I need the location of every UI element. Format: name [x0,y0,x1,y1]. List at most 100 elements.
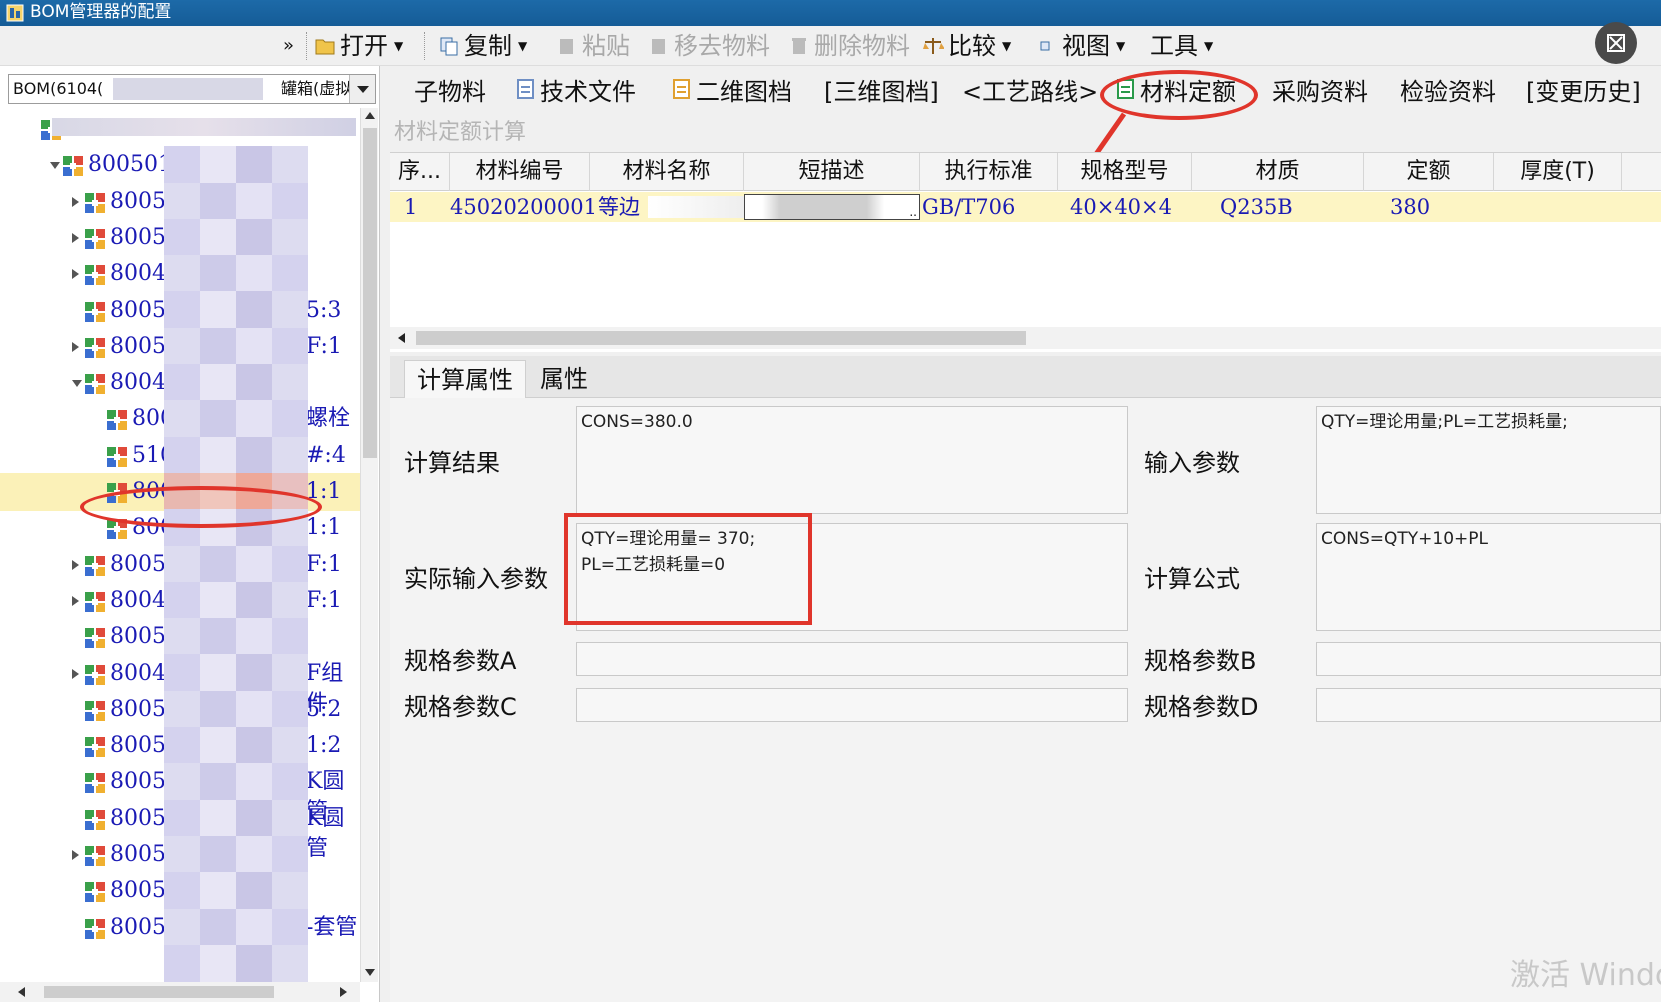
tab-calc-properties[interactable]: 计算属性 [404,360,526,398]
scroll-right-icon[interactable] [340,987,347,997]
redacted-pixel [200,218,236,256]
bom-node-icon [84,301,106,323]
redacted-pixel [272,908,308,946]
redacted-pixel [200,545,236,583]
table-cell[interactable]: 40×40×4 [1070,192,1192,222]
redacted-pixel [164,146,200,184]
redacted-pixel [272,364,308,402]
short-desc-editor[interactable]: .. [744,194,920,220]
tab-9[interactable]: [变更历史] [1526,74,1641,110]
redacted-pixel [236,727,272,765]
redacted-pixel [236,255,272,293]
redacted-pixel [164,545,200,583]
bom-node-icon [84,845,106,867]
scroll-down-icon[interactable] [365,969,375,976]
chevron-down-icon[interactable] [349,75,375,103]
scroll-thumb[interactable] [416,331,1026,345]
expand-right-icon[interactable] [72,269,79,280]
exit-fullscreen-button[interactable] [1595,22,1637,64]
redacted-pixel [272,618,308,656]
tab-label: <工艺路线> [962,78,1099,106]
tab-label: 检验资料 [1400,78,1496,106]
calc-result-field[interactable]: CONS=380.0 [576,406,1128,514]
column-header[interactable]: 序... [390,153,450,191]
document-icon [516,74,536,110]
redacted-pixel [272,436,308,474]
tools-button[interactable]: 工具 ▼ [1150,30,1213,62]
paste-button[interactable]: 粘贴 [556,30,630,62]
compare-button[interactable]: 比较 ▼ [922,30,1011,62]
tree-vertical-scrollbar[interactable] [360,108,378,982]
tab-2[interactable]: 技术文件 [516,74,636,110]
column-header[interactable]: 执行标准 [920,153,1058,191]
copy-button[interactable]: 复制 ▼ [438,30,527,62]
calc-result-label: 计算结果 [404,449,500,477]
redacted-pixel [236,581,272,619]
redacted-pixel [164,654,200,692]
redacted-pixel [272,581,308,619]
column-header[interactable]: 定额 [1364,153,1494,191]
tab-1[interactable]: 子物料 [414,74,486,110]
delete-material-button[interactable]: 删除物料 [788,30,910,62]
spec-b-field[interactable] [1316,642,1661,676]
redacted-pixel [200,872,236,910]
column-header[interactable]: 厚度(T) [1494,153,1622,191]
ellipsis-button[interactable]: .. [909,205,917,219]
column-header[interactable]: 规格型号 [1058,153,1192,191]
table-cell[interactable] [1494,192,1622,222]
toolbar-overflow-button[interactable]: » [283,30,294,62]
expand-right-icon[interactable] [72,341,79,352]
expand-right-icon[interactable] [72,232,79,243]
table-cell[interactable]: GB/T706 [922,192,1058,222]
tab-label: 采购资料 [1272,78,1368,106]
column-header[interactable]: 材质 [1192,153,1364,191]
scroll-thumb[interactable] [363,128,377,458]
tab-properties[interactable]: 属性 [528,360,600,398]
redacted-pixel [272,400,308,438]
tab-8[interactable]: 检验资料 [1400,74,1496,110]
table-cell[interactable]: Q235B [1220,192,1364,222]
tab-7[interactable]: 采购资料 [1272,74,1368,110]
folder-icon [315,39,335,55]
expand-right-icon[interactable] [72,559,79,570]
remove-material-button[interactable]: 移去物料 [648,30,770,62]
open-button[interactable]: 打开 ▼ [314,30,403,62]
remove-icon [652,39,665,54]
grid-horizontal-scrollbar[interactable] [390,327,1661,349]
spec-d-label: 规格参数D [1144,693,1259,721]
tab-5[interactable]: <工艺路线> [962,74,1098,110]
view-button[interactable]: 视图 ▼ [1036,30,1125,62]
expand-down-icon[interactable] [50,162,60,170]
tab-3[interactable]: 二维图档 [672,74,792,110]
expand-down-icon[interactable] [72,380,82,388]
bom-selector[interactable]: BOM(6104( 罐箱(虚拟 [8,74,376,104]
scroll-left-icon[interactable] [398,333,405,343]
table-cell[interactable]: 1 [404,192,444,222]
spec-a-field[interactable] [576,642,1128,676]
table-row[interactable]: 1450202000011等边GB/T70640×40×4Q235B380.. [390,192,1661,222]
scroll-left-icon[interactable] [18,987,25,997]
table-cell[interactable]: 380 [1390,192,1494,222]
expand-right-icon[interactable] [72,850,79,860]
scroll-up-icon[interactable] [365,112,375,119]
scroll-thumb[interactable] [44,986,274,998]
formula-field[interactable]: CONS=QTY+10+PL [1316,523,1661,631]
bom-node-icon [84,373,106,395]
expand-right-icon[interactable] [72,196,79,207]
spec-c-field[interactable] [576,688,1128,722]
column-header[interactable]: 材料名称 [590,153,744,191]
tab-4[interactable]: [三维图档] [824,74,939,110]
spec-d-field[interactable] [1316,688,1661,722]
tree-horizontal-scrollbar[interactable] [0,982,360,1002]
table-cell[interactable]: 450202000011 [450,192,594,222]
redacted-pixel [236,400,272,438]
input-params-field[interactable]: QTY=理论用量;PL=工艺损耗量; [1316,406,1661,514]
redacted-pixel [164,618,200,656]
column-header[interactable]: 材料编号 [450,153,590,191]
expand-right-icon[interactable] [72,668,79,679]
redacted-tree-column [164,146,308,982]
tree-node-suffix: F:1 [306,551,342,577]
chevron-down-icon: ▼ [394,39,404,53]
column-header[interactable]: 短描述 [744,153,920,191]
expand-right-icon[interactable] [72,595,79,606]
